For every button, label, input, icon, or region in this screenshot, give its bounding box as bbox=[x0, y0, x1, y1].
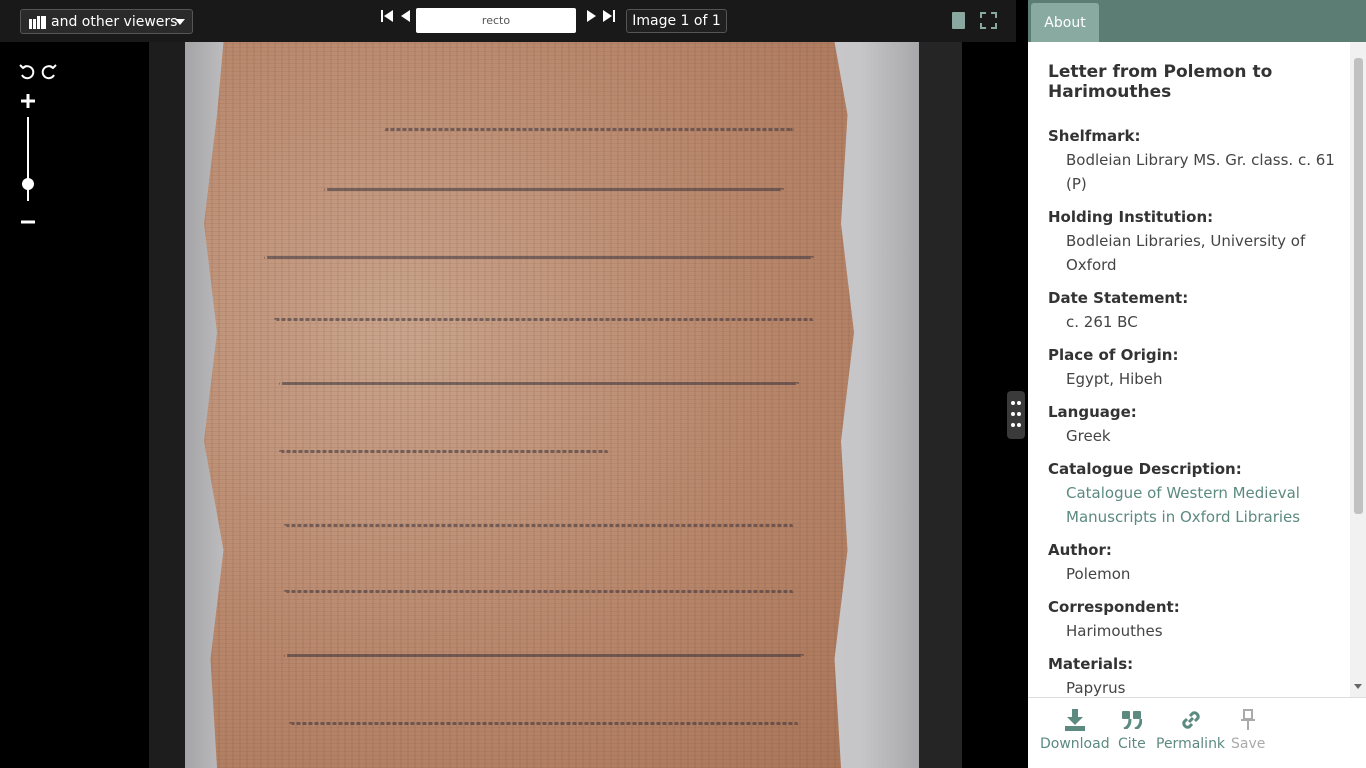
image-viewer[interactable] bbox=[0, 42, 1016, 768]
app: and other viewers Image 1 of 1 bbox=[0, 0, 1366, 768]
viewer-toolbar: and other viewers Image 1 of 1 bbox=[0, 0, 1028, 42]
zoom-in-icon[interactable] bbox=[19, 92, 37, 110]
field-label: Language: bbox=[1048, 403, 1137, 421]
quote-icon bbox=[1121, 708, 1143, 732]
metadata-field-place-of-origin: Place of Origin: Egypt, Hibeh bbox=[1048, 343, 1350, 391]
field-label: Materials: bbox=[1048, 655, 1134, 673]
chevron-down-icon bbox=[175, 19, 185, 25]
cite-button[interactable]: Cite bbox=[1118, 708, 1146, 752]
metadata-field-shelfmark: Shelfmark: Bodleian Library MS. Gr. clas… bbox=[1048, 124, 1350, 196]
other-viewers-dropdown[interactable]: and other viewers bbox=[20, 9, 193, 34]
metadata-field-correspondent: Correspondent: Harimouthes bbox=[1048, 595, 1350, 643]
zoom-out-icon[interactable] bbox=[19, 209, 37, 224]
field-label: Shelfmark: bbox=[1048, 127, 1141, 145]
panel-scrollbar[interactable] bbox=[1350, 42, 1366, 697]
tab-about[interactable]: About bbox=[1031, 3, 1099, 42]
other-viewers-label: and other viewers bbox=[51, 13, 178, 30]
permalink-label: Permalink bbox=[1156, 736, 1226, 752]
catalogue-link[interactable]: Catalogue of Western Medieval Manuscript… bbox=[1048, 481, 1338, 529]
field-value: Bodleian Library MS. Gr. class. c. 61 (P… bbox=[1066, 151, 1335, 193]
field-value: Bodleian Libraries, University of Oxford bbox=[1066, 232, 1306, 274]
field-label: Author: bbox=[1048, 541, 1112, 559]
metadata-field-date: Date Statement: c. 261 BC bbox=[1048, 286, 1350, 334]
field-value: Harimouthes bbox=[1066, 622, 1163, 640]
panel-resize-handle[interactable] bbox=[1007, 391, 1025, 439]
field-label: Place of Origin: bbox=[1048, 346, 1179, 364]
scroll-down-icon[interactable] bbox=[1354, 684, 1362, 689]
first-page-icon[interactable] bbox=[380, 8, 394, 24]
field-label: Correspondent: bbox=[1048, 598, 1180, 616]
field-label: Catalogue Description: bbox=[1048, 460, 1242, 478]
panel-divider bbox=[1016, 0, 1028, 768]
field-value: Papyrus bbox=[1066, 679, 1126, 697]
prev-page-icon[interactable] bbox=[398, 8, 412, 24]
page-title: Letter from Polemon to Harimouthes bbox=[1048, 62, 1273, 102]
image-count: Image 1 of 1 bbox=[626, 9, 727, 33]
action-bar: Download Cite Permalink Save bbox=[1028, 697, 1366, 768]
rotate-left-icon[interactable] bbox=[18, 63, 36, 81]
next-page-icon[interactable] bbox=[584, 8, 598, 24]
pin-icon bbox=[1237, 708, 1259, 732]
field-value: c. 261 BC bbox=[1066, 313, 1138, 331]
last-page-icon[interactable] bbox=[602, 8, 616, 24]
field-label: Holding Institution: bbox=[1048, 208, 1214, 226]
panel-tabs: About bbox=[1028, 0, 1366, 42]
metadata-field-holding-institution: Holding Institution: Bodleian Libraries,… bbox=[1048, 205, 1350, 277]
rotate-right-icon[interactable] bbox=[40, 63, 58, 81]
metadata-field-language: Language: Greek bbox=[1048, 400, 1350, 448]
field-value: Greek bbox=[1066, 427, 1111, 445]
next-nav-group bbox=[584, 8, 616, 24]
link-icon bbox=[1180, 708, 1202, 732]
papyrus-sheet bbox=[204, 42, 854, 768]
manuscript-image bbox=[149, 42, 962, 768]
download-button[interactable]: Download bbox=[1040, 708, 1110, 752]
permalink-button[interactable]: Permalink bbox=[1156, 708, 1225, 752]
metadata-list: Letter from Polemon to Harimouthes Shelf… bbox=[1028, 42, 1350, 697]
single-page-view-icon[interactable] bbox=[952, 12, 965, 29]
download-label: Download bbox=[1040, 736, 1110, 752]
metadata-field-catalogue-description: Catalogue Description: Catalogue of West… bbox=[1048, 457, 1350, 529]
field-label: Date Statement: bbox=[1048, 289, 1189, 307]
prev-nav-group bbox=[380, 8, 412, 24]
save-button[interactable]: Save bbox=[1231, 708, 1265, 752]
download-icon bbox=[1064, 708, 1086, 732]
scroll-thumb[interactable] bbox=[1354, 58, 1363, 514]
fullscreen-icon[interactable] bbox=[980, 12, 997, 29]
metadata-field-materials: Materials: Papyrus bbox=[1048, 652, 1350, 697]
iiif-logo bbox=[29, 15, 46, 29]
metadata-field-author: Author: Polemon bbox=[1048, 538, 1350, 586]
save-label: Save bbox=[1231, 736, 1266, 752]
frame-edge bbox=[919, 42, 962, 768]
field-value: Egypt, Hibeh bbox=[1066, 370, 1163, 388]
cite-label: Cite bbox=[1118, 736, 1146, 752]
zoom-slider-handle[interactable] bbox=[22, 178, 34, 190]
field-value: Polemon bbox=[1066, 565, 1131, 583]
page-label-input[interactable] bbox=[416, 8, 576, 33]
info-panel: About Letter from Polemon to Harimouthes… bbox=[1028, 0, 1366, 768]
